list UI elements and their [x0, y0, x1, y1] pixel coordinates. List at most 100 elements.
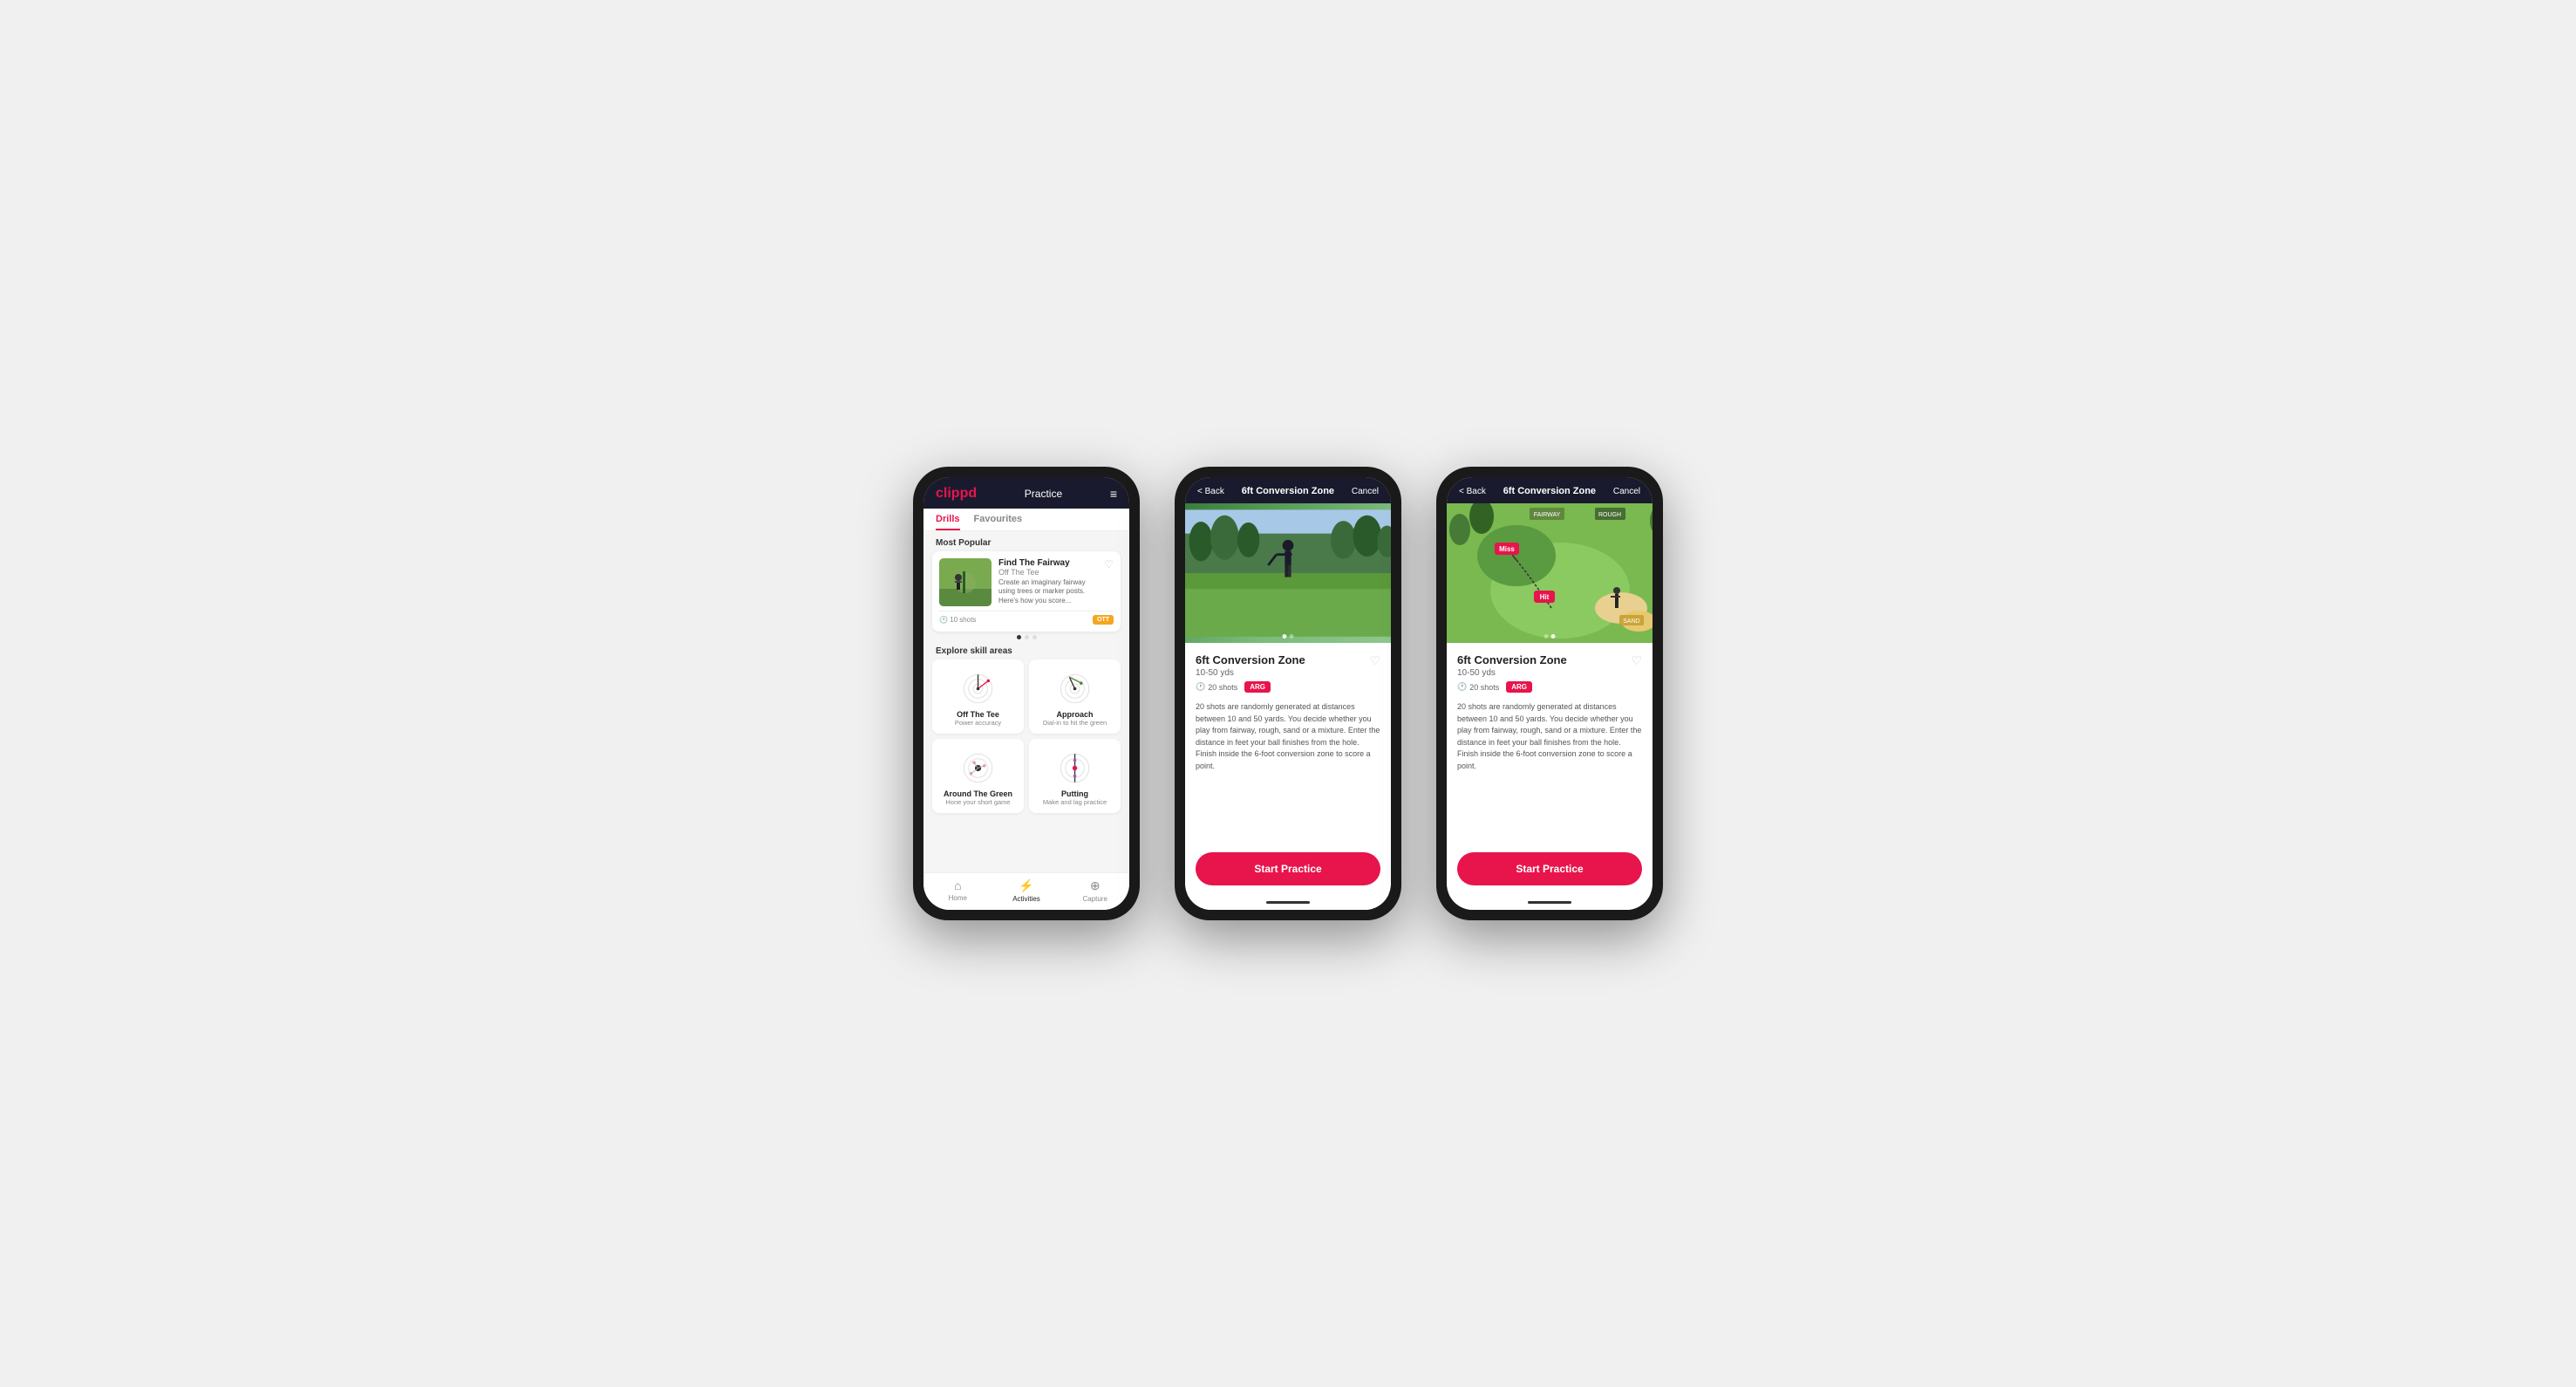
skill-card-atg[interactable]: Around The Green Hone your short game — [932, 739, 1024, 813]
drill-range-3: 10-50 yds — [1457, 668, 1642, 678]
drill-title: Find The Fairway — [998, 558, 1097, 568]
putting-icon — [1051, 746, 1099, 789]
nav-activities[interactable]: ⚡ Activities — [992, 878, 1061, 903]
drill-meta: 🕐 20 shots ARG — [1196, 681, 1380, 693]
drill-desc: Create an imaginary fairway using trees … — [998, 578, 1097, 605]
drill-detail-title: 6ft Conversion Zone — [1196, 653, 1380, 666]
phone-3: < Back 6ft Conversion Zone Cancel — [1436, 467, 1663, 920]
map-image-dots — [1544, 634, 1556, 639]
favourite-icon-detail-3[interactable]: ♡ — [1631, 653, 1642, 668]
nav-capture[interactable]: ⊕ Capture — [1060, 878, 1129, 903]
drill-subtitle: Off The Tee — [998, 568, 1097, 577]
shots-info: 🕐 20 shots — [1196, 682, 1237, 692]
drill-detail: ♡ 6ft Conversion Zone 10-50 yds 🕐 20 sho… — [1185, 643, 1391, 844]
carousel-dots — [923, 632, 1129, 643]
dot-2 — [1025, 635, 1029, 639]
phone1-header: clippd Practice ≡ — [923, 477, 1129, 509]
home-bar — [1266, 901, 1310, 904]
approach-icon — [1051, 666, 1099, 710]
skill-desc-ott: Power accuracy — [955, 719, 1001, 727]
drill-map-image: Miss Hit FAIRWAY — [1447, 503, 1653, 643]
svg-text:SAND: SAND — [1623, 618, 1639, 625]
shots-label: 🕐 10 shots — [939, 616, 976, 624]
card-row: Find The Fairway Off The Tee Create an i… — [939, 558, 1114, 606]
phones-container: clippd Practice ≡ Drills Favourites Most… — [913, 467, 1663, 920]
skill-name-ott: Off The Tee — [957, 710, 999, 719]
capture-label: Capture — [1082, 895, 1107, 903]
explore-label: Explore skill areas — [923, 643, 1129, 659]
clock-icon: 🕐 — [939, 616, 950, 624]
phone-1-screen: clippd Practice ≡ Drills Favourites Most… — [923, 477, 1129, 910]
atg-icon — [954, 746, 1002, 789]
drill-description-3: 20 shots are randomly generated at dista… — [1457, 701, 1642, 772]
drill-description: 20 shots are randomly generated at dista… — [1196, 701, 1380, 772]
arg-badge: ARG — [1244, 681, 1271, 693]
bottom-nav: ⌂ Home ⚡ Activities ⊕ Capture — [923, 872, 1129, 910]
card-footer: 🕐 10 shots OTT — [939, 611, 1114, 625]
clock-icon-detail-3: 🕐 — [1457, 682, 1467, 692]
home-label: Home — [949, 894, 967, 902]
activities-icon: ⚡ — [1019, 878, 1033, 893]
skill-desc-atg: Hone your short game — [945, 798, 1010, 806]
start-practice-button[interactable]: Start Practice — [1196, 852, 1380, 885]
cancel-button[interactable]: Cancel — [1352, 487, 1379, 496]
shots-info-3: 🕐 20 shots — [1457, 682, 1499, 692]
skill-desc-approach: Dial-in to hit the green — [1043, 719, 1107, 727]
featured-drill-card[interactable]: Find The Fairway Off The Tee Create an i… — [932, 551, 1121, 632]
drill-meta-3: 🕐 20 shots ARG — [1457, 681, 1642, 693]
phone2-header: < Back 6ft Conversion Zone Cancel — [1185, 477, 1391, 503]
arg-badge-3: ARG — [1506, 681, 1532, 693]
img-dot-1 — [1283, 634, 1287, 639]
header-title: Practice — [1025, 488, 1062, 500]
dot-1 — [1017, 635, 1021, 639]
skill-name-atg: Around The Green — [944, 789, 1012, 798]
tab-drills[interactable]: Drills — [936, 514, 960, 530]
favourite-icon[interactable]: ♡ — [1104, 558, 1114, 571]
phone1-content: Most Popular — [923, 531, 1129, 872]
skill-card-putting[interactable]: Putting Make and lag practice — [1029, 739, 1121, 813]
phone-2: < Back 6ft Conversion Zone Cancel — [1175, 467, 1401, 920]
drill-detail-3: ♡ 6ft Conversion Zone 10-50 yds 🕐 20 sho… — [1447, 643, 1653, 844]
favourite-icon-detail[interactable]: ♡ — [1369, 653, 1380, 668]
map-dot-2 — [1551, 634, 1556, 639]
drill-range: 10-50 yds — [1196, 668, 1380, 678]
map-dot-1 — [1544, 634, 1549, 639]
drill-text: Find The Fairway Off The Tee Create an i… — [998, 558, 1097, 606]
skill-name-putting: Putting — [1061, 789, 1088, 798]
home-bar-3 — [1528, 901, 1571, 904]
svg-text:Hit: Hit — [1540, 593, 1550, 601]
svg-text:Miss: Miss — [1499, 545, 1515, 553]
off-the-tee-icon — [954, 666, 1002, 710]
phone-1: clippd Practice ≡ Drills Favourites Most… — [913, 467, 1140, 920]
img-dot-2 — [1290, 634, 1294, 639]
svg-text:ROUGH: ROUGH — [1598, 512, 1621, 518]
phone-2-screen: < Back 6ft Conversion Zone Cancel — [1185, 477, 1391, 910]
home-indicator — [1185, 894, 1391, 910]
tabs-bar: Drills Favourites — [923, 509, 1129, 531]
image-dots — [1283, 634, 1294, 639]
drill-thumbnail — [939, 558, 992, 606]
menu-icon[interactable]: ≡ — [1110, 487, 1117, 501]
skill-card-off-the-tee[interactable]: Off The Tee Power accuracy — [932, 659, 1024, 734]
drill-detail-title-3: 6ft Conversion Zone — [1457, 653, 1642, 666]
app-logo: clippd — [936, 486, 977, 502]
clock-icon-detail: 🕐 — [1196, 682, 1205, 692]
tab-favourites[interactable]: Favourites — [974, 514, 1023, 530]
drill-image-photo — [1185, 503, 1391, 643]
dot-3 — [1032, 635, 1037, 639]
cancel-button-3[interactable]: Cancel — [1613, 487, 1640, 496]
home-indicator-3 — [1447, 894, 1653, 910]
skill-card-approach[interactable]: Approach Dial-in to hit the green — [1029, 659, 1121, 734]
skill-name-approach: Approach — [1056, 710, 1093, 719]
back-button[interactable]: < Back — [1197, 487, 1224, 496]
phone-3-screen: < Back 6ft Conversion Zone Cancel — [1447, 477, 1653, 910]
skill-desc-putting: Make and lag practice — [1043, 798, 1107, 806]
home-icon: ⌂ — [954, 878, 961, 892]
skill-areas-grid: Off The Tee Power accuracy — [923, 659, 1129, 820]
activities-label: Activities — [1012, 895, 1040, 903]
nav-home[interactable]: ⌂ Home — [923, 878, 992, 903]
nav-title-3: 6ft Conversion Zone — [1503, 486, 1596, 496]
most-popular-label: Most Popular — [923, 531, 1129, 551]
back-button-3[interactable]: < Back — [1459, 487, 1486, 496]
start-practice-button-3[interactable]: Start Practice — [1457, 852, 1642, 885]
